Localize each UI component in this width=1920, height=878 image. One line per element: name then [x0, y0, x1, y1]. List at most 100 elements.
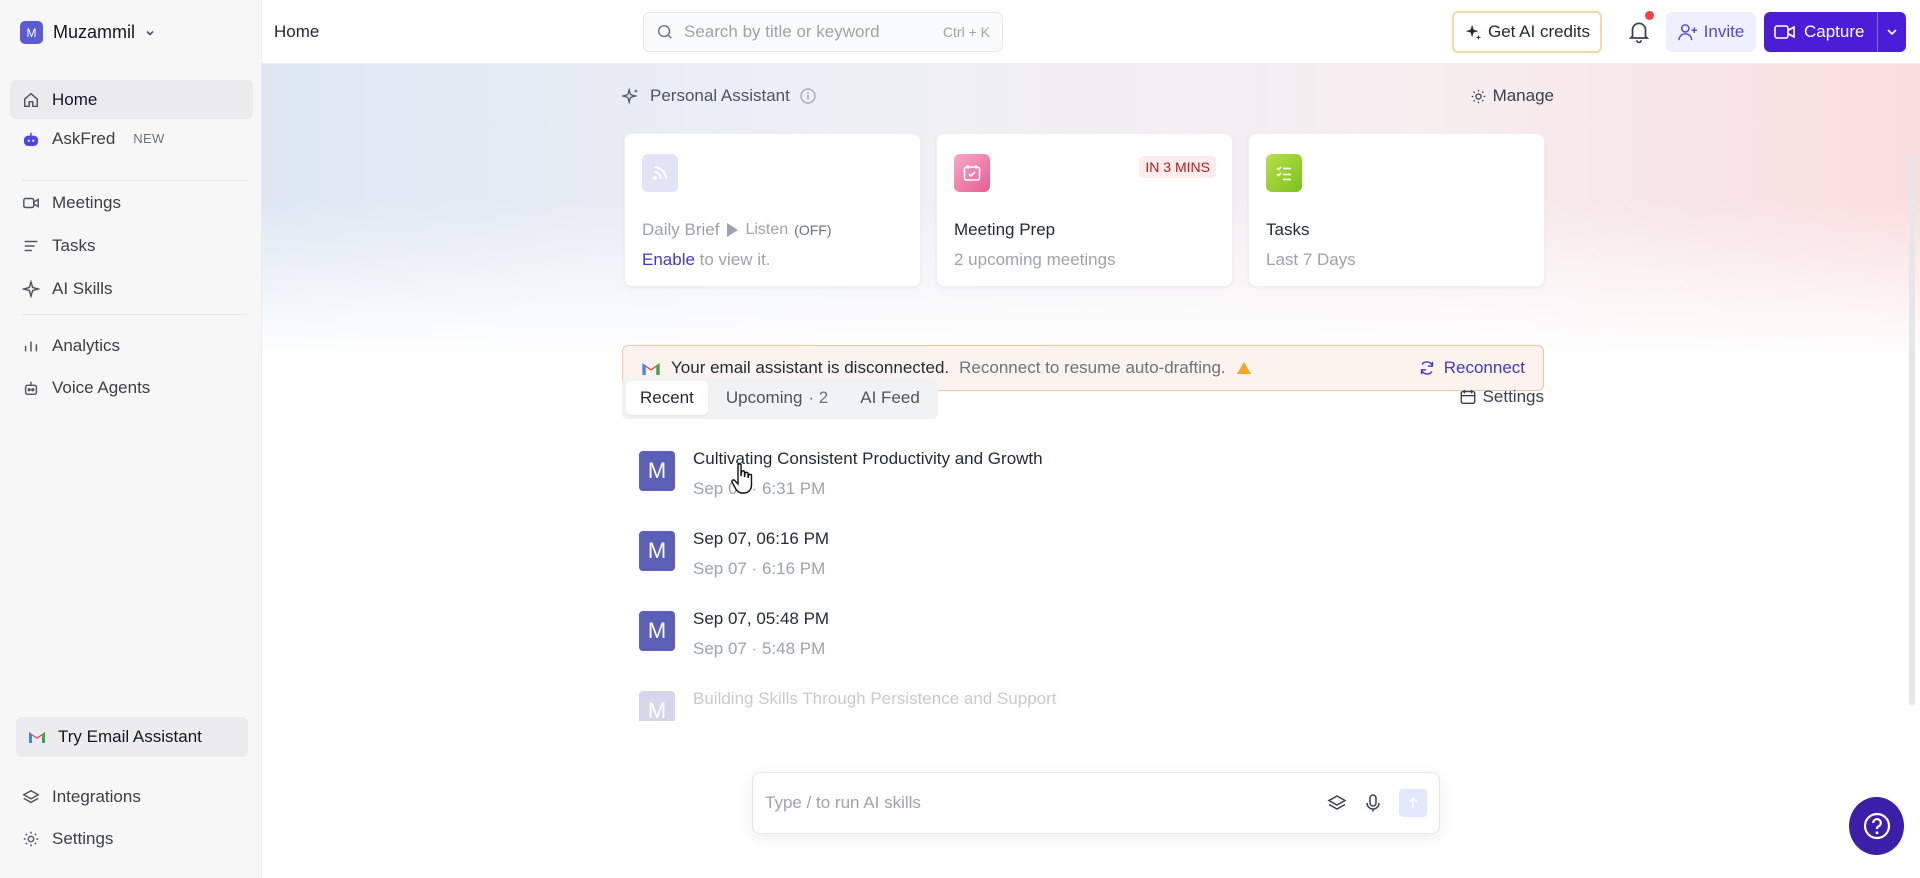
gmail-icon	[29, 732, 45, 743]
try-email-label: Try Email Assistant	[58, 727, 202, 746]
list-item[interactable]: M Building Skills Through Persistence an…	[639, 691, 1439, 721]
video-icon	[23, 197, 39, 208]
rss-icon	[642, 154, 678, 192]
meeting-list: M Cultivating Consistent Productivity an…	[639, 449, 1439, 721]
sidebar-item-ai-skills[interactable]: AI Skills	[10, 267, 253, 310]
sidebar-item-label: Voice Agents	[52, 378, 151, 397]
invite-button[interactable]: Invite	[1666, 12, 1756, 52]
manage-button[interactable]: Manage	[1470, 86, 1554, 106]
home-icon	[23, 92, 39, 107]
sidebar-nav-work: Meetings Tasks AI Skills	[10, 181, 253, 310]
daily-brief-sub-text: to view it.	[694, 250, 771, 269]
sidebar-item-label: Settings	[52, 829, 114, 848]
listen-label[interactable]: Listen	[745, 221, 788, 239]
meeting-title[interactable]: Sep 07, 05:48 PM	[693, 609, 829, 629]
search-placeholder: Search by title or keyword	[684, 22, 880, 41]
sparkle-icon	[1465, 24, 1482, 41]
sidebar-nav-insights: Analytics Voice Agents	[10, 326, 253, 410]
chevron-down-icon[interactable]	[1886, 26, 1898, 38]
daily-brief-card[interactable]: Daily Brief Listen (OFF) Enable to view …	[624, 133, 921, 287]
sidebar-item-label: AskFred	[52, 128, 116, 148]
sidebar-item-analytics[interactable]: Analytics	[10, 326, 253, 366]
listen-state: (OFF)	[794, 222, 832, 238]
sidebar-item-voice-agents[interactable]: Voice Agents	[10, 366, 253, 410]
tab-upcoming[interactable]: Upcoming · 2	[712, 381, 842, 415]
meeting-prep-sub: 2 upcoming meetings	[954, 250, 1116, 269]
composer-placeholder: Type / to run AI skills	[765, 793, 921, 812]
sidebar-nav-bottom: Integrations Settings	[10, 776, 253, 860]
workspace-switcher[interactable]: M Muzammil	[20, 21, 155, 44]
time-badge: IN 3 MINS	[1139, 156, 1216, 178]
reconnect-label: Reconnect	[1443, 358, 1525, 377]
manage-label: Manage	[1492, 86, 1554, 105]
gear-icon	[1471, 89, 1485, 103]
gear-icon	[23, 831, 39, 847]
meeting-title[interactable]: Building Skills Through Persistence and …	[693, 691, 1057, 709]
meeting-meta: Sep 07 · 5:48 PM	[693, 639, 826, 658]
help-button[interactable]	[1849, 797, 1904, 855]
calendar-settings-icon	[1460, 389, 1475, 404]
tasks-title: Tasks	[1266, 220, 1310, 239]
banner-detail: Reconnect to resume auto-drafting.	[959, 358, 1226, 377]
sidebar-item-askfred[interactable]: AskFred NEW	[10, 119, 253, 158]
meeting-tabs: Recent Upcoming · 2 AI Feed	[622, 377, 938, 419]
play-icon[interactable]	[725, 222, 739, 238]
microphone-icon[interactable]	[1363, 793, 1383, 813]
sparkles-icon	[622, 87, 639, 105]
tab-label: AI Feed	[860, 388, 920, 407]
tasks-sub: Last 7 Days	[1266, 250, 1356, 269]
search-shortcut: Ctrl + K	[942, 24, 990, 40]
sidebar-divider	[22, 314, 247, 315]
feed-settings-label: Settings	[1482, 387, 1544, 406]
ai-skills-composer[interactable]: Type / to run AI skills	[752, 772, 1440, 834]
voice-bot-icon	[24, 381, 38, 396]
capture-divider	[1877, 12, 1878, 52]
notification-dot	[1645, 11, 1654, 20]
list-item[interactable]: M Cultivating Consistent Productivity an…	[639, 449, 1439, 531]
search-input[interactable]: Search by title or keyword Ctrl + K	[643, 12, 1003, 52]
reconnect-button[interactable]: Reconnect	[1418, 358, 1525, 378]
meeting-title[interactable]: Sep 07, 06:16 PM	[693, 529, 829, 549]
invite-label: Invite	[1703, 22, 1745, 41]
refresh-icon	[1420, 361, 1433, 375]
scrollbar[interactable]	[1909, 155, 1915, 705]
sidebar-item-label: Integrations	[52, 787, 141, 806]
sidebar-item-label: Analytics	[52, 336, 121, 355]
sidebar-item-integrations[interactable]: Integrations	[10, 776, 253, 818]
get-ai-credits-button[interactable]: Get AI credits	[1452, 11, 1602, 53]
try-email-assistant-button[interactable]: Try Email Assistant	[16, 717, 248, 757]
tab-ai-feed[interactable]: AI Feed	[846, 381, 934, 415]
ai-credits-label: Get AI credits	[1487, 22, 1591, 41]
sidebar-item-tasks[interactable]: Tasks	[10, 224, 253, 267]
tab-recent[interactable]: Recent	[626, 381, 708, 415]
list-item[interactable]: M Sep 07, 05:48 PM Sep 07 · 5:48 PM	[639, 609, 1439, 691]
sparkle-icon	[22, 279, 40, 298]
sidebar-item-label: Home	[52, 89, 98, 109]
avatar: M	[639, 611, 675, 651]
tab-count: · 2	[808, 388, 829, 407]
send-button[interactable]	[1399, 789, 1427, 817]
sidebar-item-label: Tasks	[52, 235, 96, 255]
meeting-meta: Sep 07 · 6:31 PM	[693, 479, 826, 498]
list-icon	[24, 240, 38, 251]
avatar: M	[639, 691, 675, 721]
layers-icon[interactable]	[1327, 793, 1347, 813]
enable-link[interactable]: Enable	[642, 250, 695, 269]
sidebar-item-home[interactable]: Home	[10, 80, 253, 119]
main-area: Home Search by title or keyword Ctrl + K…	[262, 0, 1920, 878]
sidebar-item-settings[interactable]: Settings	[10, 818, 253, 860]
daily-brief-title-row: Daily Brief Listen (OFF)	[642, 220, 832, 240]
capture-button[interactable]: Capture	[1764, 12, 1906, 52]
sidebar-item-meetings[interactable]: Meetings	[10, 181, 253, 224]
question-icon	[1863, 812, 1890, 840]
feed-settings-button[interactable]: Settings	[1459, 387, 1544, 407]
personal-assistant-header: Personal Assistant Manage	[622, 84, 1554, 108]
avatar: M	[639, 531, 675, 571]
list-item[interactable]: M Sep 07, 06:16 PM Sep 07 · 6:16 PM	[639, 529, 1439, 611]
tasks-card[interactable]: Tasks Last 7 Days	[1248, 133, 1545, 287]
checklist-icon	[1266, 154, 1302, 192]
meeting-prep-card[interactable]: IN 3 MINS Meeting Prep 2 upcoming meetin…	[936, 133, 1233, 287]
bell-icon[interactable]	[1626, 18, 1652, 44]
gmail-icon	[642, 362, 660, 375]
info-icon[interactable]	[800, 88, 816, 104]
